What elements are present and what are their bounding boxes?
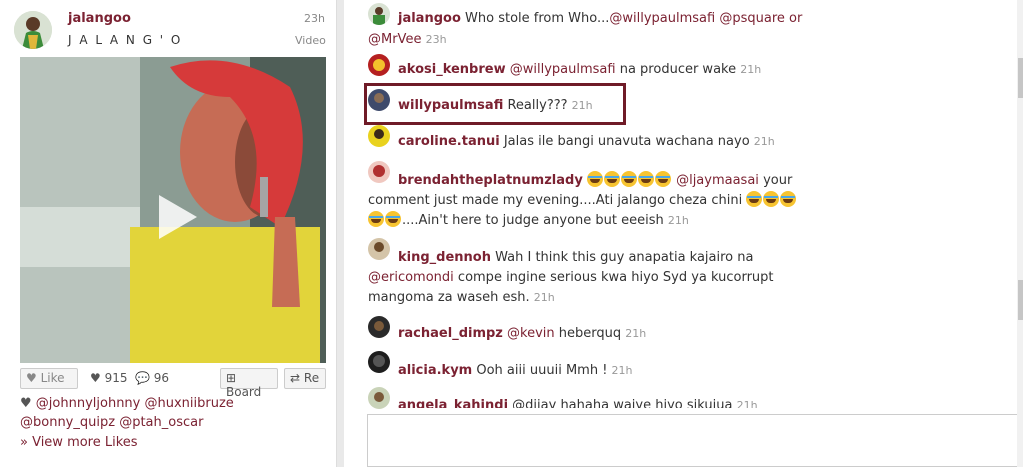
list-item: rachael_dimpz @kevin heberquq 21h — [398, 326, 647, 341]
like-button-label: Like — [40, 371, 65, 385]
comment-time: 21h — [736, 399, 758, 408]
comment-username[interactable]: king_dennoh — [398, 250, 491, 265]
highlight-annotation — [364, 83, 626, 125]
comment-time: 21h — [667, 214, 689, 227]
pin-card: jalangoo J A L A N G ' O 23h Video ♥ Lik… — [0, 0, 337, 467]
comments-count: 💬 96 — [135, 371, 170, 385]
like-button[interactable]: ♥ Like — [20, 368, 78, 389]
comment-username[interactable]: angela_kahindi — [398, 398, 508, 408]
heart-icon: ♥ — [26, 371, 37, 385]
list-item: comment just made my evening....Ati jala… — [368, 191, 838, 211]
avatar[interactable] — [368, 161, 390, 183]
comment-icon: 💬 — [135, 371, 150, 385]
avatar[interactable] — [368, 54, 390, 76]
plus-icon: ⊞ — [226, 371, 237, 385]
comment-username[interactable]: alicia.kym — [398, 363, 472, 378]
board-button[interactable]: ⊞ Board — [220, 368, 278, 399]
laughing-emoji-icon — [368, 211, 402, 228]
comment-input[interactable] — [367, 414, 1023, 467]
list-item: king_dennoh Wah I think this guy anapati… — [398, 250, 754, 265]
post-type-label: Video — [295, 34, 326, 47]
comment-username[interactable]: akosi_kenbrew — [398, 62, 506, 77]
list-item: jalangoo Who stole from Who...@willypaul… — [398, 11, 803, 26]
likes-count: ♥ 915 — [90, 371, 128, 385]
avatar[interactable] — [14, 11, 52, 49]
comments-panel: jalangoo Who stole from Who...@willypaul… — [344, 0, 1019, 467]
scrollbar-thumb[interactable] — [1018, 58, 1023, 98]
comment-username[interactable]: caroline.tanui — [398, 134, 500, 149]
avatar[interactable] — [368, 238, 390, 260]
list-item: @MrVee 23h — [368, 32, 447, 47]
comment-time: 21h — [753, 135, 775, 148]
avatar[interactable] — [368, 125, 390, 147]
heart-icon: ♥ — [90, 371, 101, 385]
comment-time: 21h — [740, 63, 762, 76]
video-player[interactable] — [20, 57, 326, 363]
repost-button[interactable]: ⇄ Re — [284, 368, 326, 389]
avatar[interactable] — [368, 3, 390, 25]
comment-time: 23h — [425, 33, 447, 46]
list-item: brendahtheplatnumzlady @ljaymaasai your — [398, 171, 793, 188]
comment-time: 21h — [625, 327, 647, 340]
laughing-emoji-icon — [586, 171, 672, 188]
view-more-likes-link[interactable]: » View more Likes — [20, 435, 138, 450]
list-item: mangoma za waseh esh. 21h — [368, 290, 555, 305]
list-item: ....Ain't here to judge anyone but eeeis… — [368, 211, 838, 231]
list-item: @ericomondi compe ingine serious kwa hiy… — [368, 270, 774, 285]
play-icon[interactable] — [159, 195, 197, 239]
avatar[interactable] — [368, 316, 390, 338]
scrollbar-thumb[interactable] — [1018, 280, 1023, 320]
post-time: 23h — [304, 12, 325, 25]
list-item: alicia.kym Ooh aiii uuuii Mmh ! 21h — [398, 363, 633, 378]
repost-icon: ⇄ — [290, 371, 301, 385]
post-fullname: J A L A N G ' O — [68, 33, 183, 47]
post-username[interactable]: jalangoo — [68, 11, 131, 26]
liked-by-line[interactable]: ♥ @johnnyljohnny @huxniibruze — [20, 396, 234, 411]
comment-username[interactable]: rachael_dimpz — [398, 326, 503, 341]
avatar[interactable] — [368, 387, 390, 409]
comment-time: 21h — [611, 364, 633, 377]
comment-username[interactable]: brendahtheplatnumzlady — [398, 173, 583, 188]
avatar[interactable] — [368, 351, 390, 373]
laughing-emoji-icon — [746, 191, 797, 208]
list-item: caroline.tanui Jalas ile bangi unavuta w… — [398, 134, 775, 149]
comment-time: 21h — [533, 291, 555, 304]
list-item: angela_kahindi @dijay hahaha waiye hiyo … — [398, 396, 868, 408]
liked-by-line[interactable]: @bonny_quipz @ptah_oscar — [20, 415, 203, 430]
heart-icon: ♥ — [20, 396, 32, 411]
list-item: akosi_kenbrew @willypaulmsafi na produce… — [398, 62, 762, 77]
comment-username[interactable]: jalangoo — [398, 11, 461, 26]
